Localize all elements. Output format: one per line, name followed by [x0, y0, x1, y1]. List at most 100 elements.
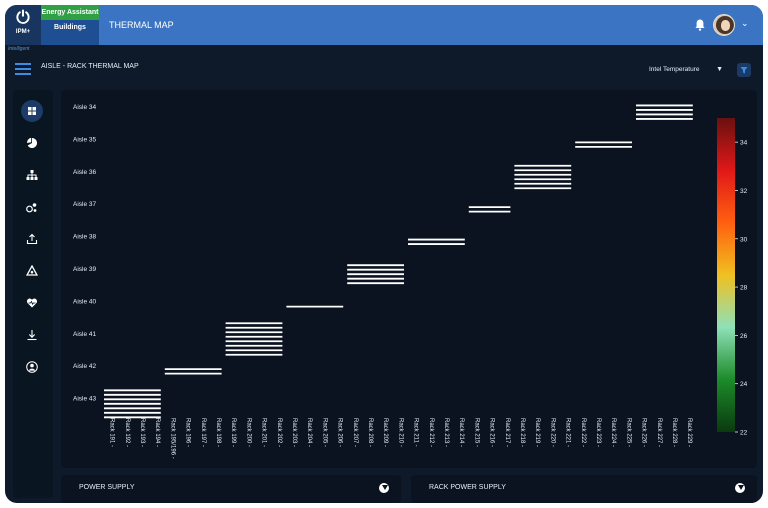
logo-text: IPM+: [15, 29, 31, 35]
buildings-tag[interactable]: Buildings: [41, 20, 99, 45]
x-tick-label: Rack 195/196 -: [169, 418, 175, 459]
x-tick-label: Rack 225 -: [625, 418, 631, 447]
user-icon: [26, 361, 38, 373]
page-title: AISLE - RACK THERMAL MAP: [41, 63, 139, 70]
y-tick-label: Aisle 41: [73, 331, 97, 338]
metric-select-value: Intel Temperature: [649, 66, 700, 73]
x-tick-label: Rack 216 -: [489, 418, 495, 447]
x-tick-label: Rack 207 -: [352, 418, 358, 447]
x-tick-label: Rack 219 -: [534, 418, 540, 447]
x-tick-label: Rack 194 -: [154, 418, 160, 447]
colorbar: [717, 118, 735, 432]
x-tick-label: Rack 201 -: [261, 418, 267, 447]
sidebar-item-health[interactable]: [21, 292, 43, 314]
x-tick-label: Rack 205 -: [321, 418, 327, 447]
colorbar-tick-label: 24: [740, 381, 748, 388]
y-tick-label: Aisle 43: [73, 396, 97, 403]
x-tick-label: Rack 223 -: [595, 418, 601, 447]
caret-down-icon: ▼: [716, 66, 723, 73]
x-tick-label: Rack 198 -: [215, 418, 221, 447]
x-tick-label: Rack 196 -: [185, 418, 191, 447]
colorbar-tick-label: 34: [740, 140, 748, 147]
thermal-heatmap[interactable]: Aisle 34 Aisle 35 Aisle 36 Aisle 37 Aisle 38…: [61, 90, 757, 468]
x-tick-label: Rack 217 -: [504, 418, 510, 447]
rack-power-supply-title: RACK POWER SUPPLY: [429, 484, 506, 491]
x-tick-label: Rack 227 -: [656, 418, 662, 447]
sidebar: [13, 90, 53, 498]
y-tick-label: Aisle 36: [73, 169, 97, 176]
chevron-down-icon[interactable]: ⌄: [741, 18, 749, 29]
x-tick-label: Rack 222 -: [580, 418, 586, 447]
sidebar-item-hierarchy[interactable]: [21, 164, 43, 186]
x-tick-label: Rack 224 -: [610, 418, 616, 447]
filter-icon: [740, 67, 748, 74]
hierarchy-icon: [26, 170, 38, 180]
sidebar-item-dashboard[interactable]: [21, 100, 43, 122]
power-supply-title: POWER SUPPLY: [79, 484, 135, 491]
colorbar-tick-label: 26: [740, 333, 748, 340]
y-tick-label: Aisle 42: [73, 363, 97, 370]
sidebar-item-assets[interactable]: [21, 196, 43, 218]
power-supply-panel: POWER SUPPLY: [61, 475, 401, 503]
colorbar-tick-label: 30: [740, 236, 748, 243]
colorbar-tick-label: 32: [740, 188, 748, 195]
sidebar-item-download[interactable]: [21, 324, 43, 346]
x-tick-label: Rack 212 -: [428, 418, 434, 447]
rack-power-supply-panel: RACK POWER SUPPLY: [411, 475, 757, 503]
sidebar-item-analytics[interactable]: [21, 132, 43, 154]
y-tick-label: Aisle 39: [73, 266, 97, 273]
sidebar-item-upload[interactable]: [21, 228, 43, 250]
app-title: THERMAL MAP: [109, 20, 174, 30]
app-logo[interactable]: ⏻ IPM+: [5, 5, 41, 45]
download-icon: [27, 330, 37, 341]
x-tick-label: Rack 192 -: [124, 418, 130, 447]
y-tick-label: Aisle 34: [73, 104, 97, 111]
x-tick-label: Rack 214 -: [458, 418, 464, 447]
x-tick-label: Rack 197 -: [200, 418, 206, 447]
thermal-map-card: Aisle 34 Aisle 35 Aisle 36 Aisle 37 Aisle 38…: [61, 90, 757, 468]
x-tick-label: Rack 220 -: [549, 418, 555, 447]
x-tick-label: Rack 208 -: [367, 418, 373, 447]
x-tick-label: Rack 210 -: [397, 418, 403, 447]
upload-icon: [26, 233, 38, 245]
metric-select[interactable]: Intel Temperature ▼: [641, 62, 731, 78]
rack-power-supply-expand-button[interactable]: [735, 483, 745, 493]
dashboard-icon: [28, 107, 36, 115]
sidebar-item-user[interactable]: [21, 356, 43, 378]
assets-icon: [26, 203, 37, 213]
sub-header: AISLE - RACK THERMAL MAP Intel Temperatu…: [5, 57, 763, 83]
avatar[interactable]: [713, 14, 735, 36]
power-icon: ⏻: [16, 8, 30, 27]
bell-icon[interactable]: [695, 19, 705, 31]
filter-button[interactable]: [737, 63, 751, 77]
x-tick-label: Rack 218 -: [519, 418, 525, 447]
x-tick-label: Rack 199 -: [230, 418, 236, 447]
x-tick-label: Rack 204 -: [306, 418, 312, 447]
x-tick-label: Rack 200 -: [245, 418, 251, 447]
x-tick-label: Rack 226 -: [641, 418, 647, 447]
x-tick-label: Rack 221 -: [565, 418, 571, 447]
recycle-icon: [26, 265, 38, 276]
logo-subtitle: Intelligent: [8, 46, 30, 52]
top-bar: ⏻ IPM+ Energy Assistant Buildings THERMA…: [5, 5, 763, 45]
x-tick-label: Rack 203 -: [291, 418, 297, 447]
x-tick-label: Rack 213 -: [443, 418, 449, 447]
sidebar-item-recycle[interactable]: [21, 260, 43, 282]
x-tick-label: Rack 215 -: [473, 418, 479, 447]
app-frame: ⏻ IPM+ Energy Assistant Buildings THERMA…: [5, 5, 763, 503]
colorbar-tick-label: 22: [740, 430, 748, 437]
y-tick-label: Aisle 37: [73, 201, 97, 208]
heart-icon: [26, 298, 38, 308]
x-tick-label: Rack 211 -: [413, 418, 419, 447]
x-tick-label: Rack 209 -: [382, 418, 388, 447]
x-tick-label: Rack 206 -: [337, 418, 343, 447]
y-tick-label: Aisle 35: [73, 136, 97, 143]
energy-assistant-tag[interactable]: Energy Assistant: [41, 5, 99, 20]
hamburger-menu-icon[interactable]: [15, 63, 31, 75]
power-supply-expand-button[interactable]: [379, 483, 389, 493]
y-tick-label: Aisle 40: [73, 298, 97, 305]
y-tick-label: Aisle 38: [73, 234, 97, 241]
x-tick-label: Rack 191 -: [109, 418, 115, 447]
x-tick-label: Rack 202 -: [276, 418, 282, 447]
x-tick-label: Rack 193 -: [139, 418, 145, 447]
